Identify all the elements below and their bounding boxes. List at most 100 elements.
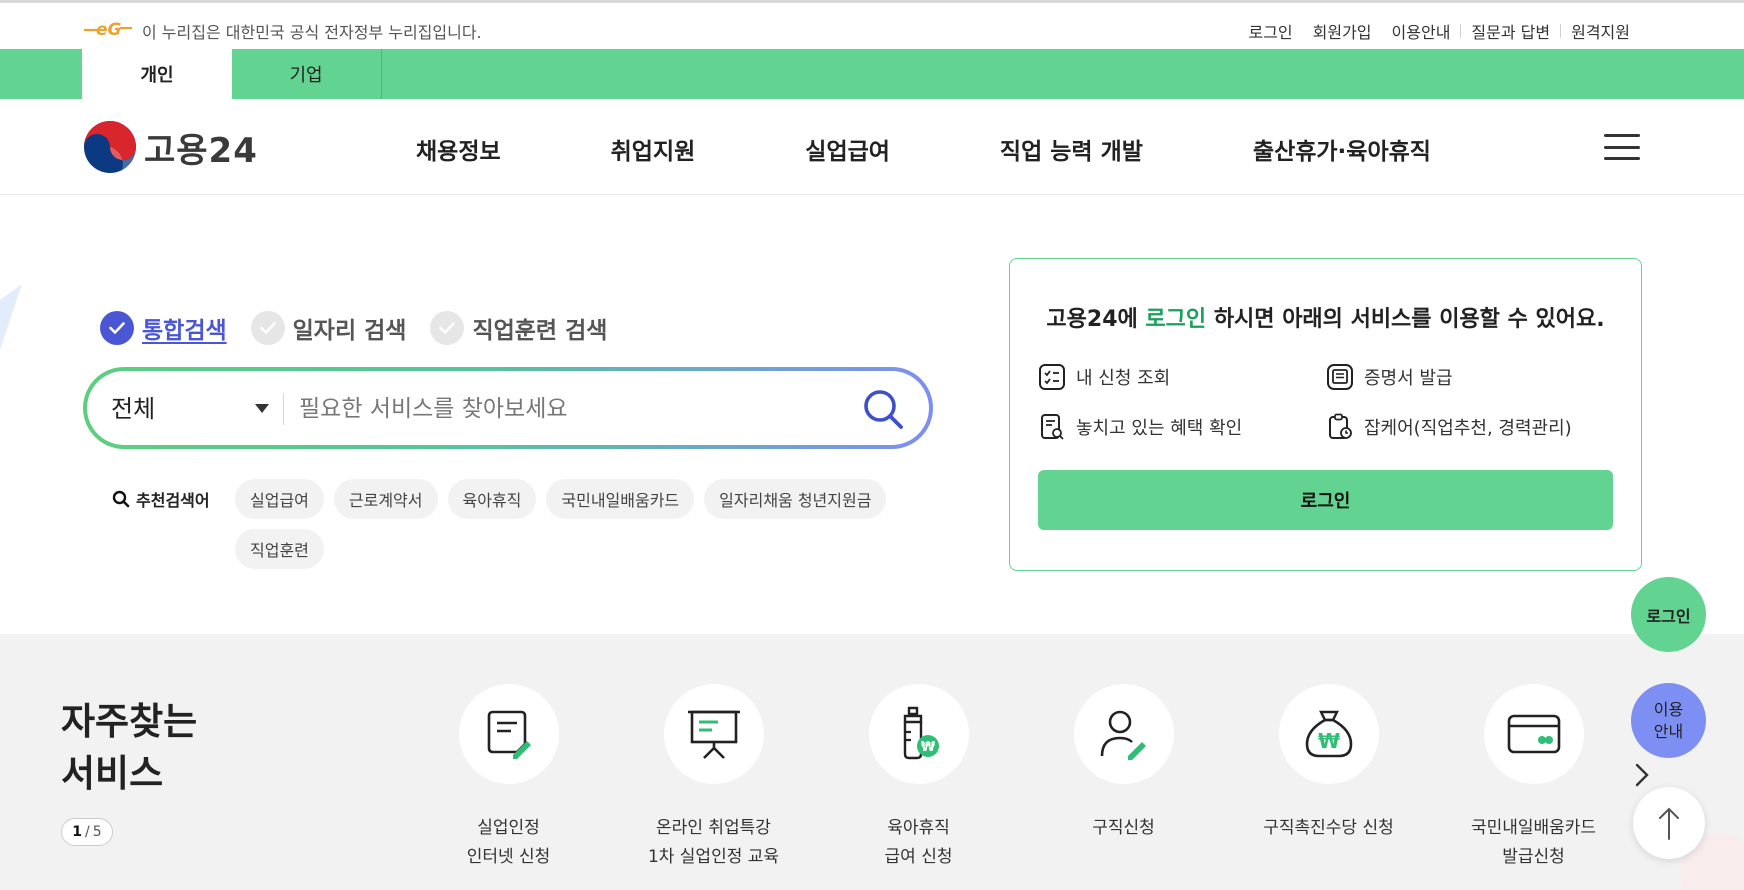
login-benefit-label: 놓치고 있는 혜택 확인: [1076, 418, 1243, 439]
service-label: 육아휴직 급여 신청: [884, 818, 953, 867]
site-header: 고용24 채용정보 취업지원 실업급여 직업 능력 개발 출산휴가·육아휴직: [0, 99, 1744, 195]
login-title-prefix: 고용24에: [1046, 307, 1146, 332]
login-benefit-my-applications: 내 신청 조회: [1038, 363, 1170, 391]
main-nav: 채용정보 취업지원 실업급여 직업 능력 개발 출산휴가·육아휴직: [416, 132, 1541, 166]
util-guide-link[interactable]: 이용안내: [1382, 19, 1461, 43]
keyword-chip[interactable]: 육아휴직: [447, 479, 537, 519]
keyword-chip[interactable]: 일자리채움 청년지원금: [704, 479, 887, 519]
login-benefit-label: 내 신청 조회: [1076, 368, 1171, 389]
nav-item-jobs[interactable]: 채용정보: [416, 132, 501, 166]
hamburger-line: [1604, 157, 1640, 160]
baby-bottle-won-icon: ₩: [903, 706, 939, 760]
section-title-line: 자주찾는: [61, 700, 198, 743]
service-item-job-promotion-allowance[interactable]: ₩ 구직촉진수당 신청: [1226, 684, 1431, 872]
service-item-parental-leave-benefit[interactable]: ₩ 육아휴직 급여 신청: [816, 684, 1021, 872]
login-title-suffix: 하시면 아래의 서비스를 이용할 수 있어요.: [1206, 307, 1605, 332]
section-title-line: 서비스: [61, 752, 164, 795]
scroll-top-button[interactable]: [1633, 787, 1705, 859]
util-remote-link[interactable]: 원격지원: [1561, 19, 1640, 43]
carousel-pager: 1/5: [61, 818, 113, 846]
service-icon-circle: ₩: [1278, 684, 1379, 784]
search-inner: 전체: [87, 371, 929, 445]
nav-item-parental-leave[interactable]: 출산휴가·육아휴직: [1253, 132, 1431, 166]
gov-banner: eG 이 누리집은 대한민국 공식 전자정부 누리집입니다. 로그인 회원가입 …: [0, 0, 1744, 49]
floating-guide-line: 이용: [1653, 699, 1684, 719]
pager-total: 5: [92, 824, 102, 840]
service-item-online-lecture[interactable]: 온라인 취업특강 1차 실업인정 교육: [611, 684, 816, 872]
util-login-link[interactable]: 로그인: [1238, 19, 1302, 43]
page: eG 이 누리집은 대한민국 공식 전자정부 누리집입니다. 로그인 회원가입 …: [0, 0, 1744, 890]
floating-guide-line: 안내: [1653, 721, 1684, 741]
search-icon[interactable]: [861, 387, 905, 431]
keyword-chip[interactable]: 국민내일배움카드: [546, 479, 695, 519]
service-label: 국민내일배움카드 발급신청: [1470, 818, 1597, 867]
search-box: 전체: [83, 367, 933, 449]
utility-links: 로그인 회원가입 이용안내 질문과 답변 원격지원: [1238, 19, 1640, 43]
checklist-icon: [1039, 364, 1065, 390]
login-benefit-jobcare: 잡케어(직업추천, 경력관리): [1326, 413, 1572, 441]
login-button[interactable]: 로그인: [1038, 470, 1613, 530]
service-item-unemployment-recognition[interactable]: 실업인정 인터넷 신청: [406, 684, 611, 872]
taegeuk-emblem-icon: [84, 121, 136, 173]
check-circle-icon: [430, 311, 465, 345]
search-type-jobs[interactable]: 일자리 검색: [250, 311, 406, 345]
audience-tab-bar: 개인 기업: [0, 49, 1744, 99]
floating-login-button[interactable]: 로그인: [1631, 577, 1706, 652]
keyword-chip[interactable]: 실업급여: [235, 479, 324, 519]
login-benefit-label: 잡케어(직업추천, 경력관리): [1364, 418, 1572, 439]
login-benefit-certificate: 증명서 발급: [1326, 363, 1453, 391]
service-label: 실업인정 인터넷 신청: [466, 818, 551, 867]
tab-business[interactable]: 기업: [231, 49, 381, 99]
document-search-icon: [1041, 414, 1064, 440]
service-list: 실업인정 인터넷 신청 온라인 취업특강 1차 실업인정 교육 ₩ 육아휴직 급…: [406, 684, 1636, 872]
money-bag-icon: ₩: [1305, 710, 1352, 758]
login-benefit-label: 증명서 발급: [1364, 368, 1453, 389]
caret-down-icon[interactable]: [255, 404, 269, 413]
svg-text:₩: ₩: [920, 740, 935, 755]
nav-item-employment-support[interactable]: 취업지원: [611, 132, 696, 166]
person-edit-icon: [1100, 710, 1146, 760]
service-label: 구직신청: [1092, 818, 1155, 838]
brand-name: 고용24: [144, 130, 258, 171]
search-type-integrated[interactable]: 통합검색: [100, 311, 227, 345]
service-item-job-seeking[interactable]: 구직신청: [1021, 684, 1226, 872]
check-circle-icon: [250, 311, 285, 345]
service-icon-circle: ₩: [868, 684, 969, 784]
arrow-up-icon: [1659, 807, 1679, 840]
tab-personal[interactable]: 개인: [82, 49, 232, 99]
service-icon-circle: [1483, 684, 1584, 784]
recommended-keywords: 실업급여 근로계약서 육아휴직 국민내일배움카드 일자리채움 청년지원금 직업훈…: [235, 479, 935, 579]
recommended-keywords-label: 추천검색어: [112, 487, 210, 511]
hamburger-line: [1604, 134, 1640, 137]
tab-divider: [381, 49, 382, 99]
search-type-training[interactable]: 직업훈련 검색: [430, 311, 607, 345]
service-icon-circle: [663, 684, 764, 784]
util-qna-link[interactable]: 질문과 답변: [1461, 19, 1560, 43]
util-signup-link[interactable]: 회원가입: [1303, 19, 1382, 43]
svg-text:₩: ₩: [1317, 729, 1339, 753]
gov-notice: 이 누리집은 대한민국 공식 전자정부 누리집입니다.: [142, 23, 482, 42]
service-icon-circle: [458, 684, 559, 784]
floating-guide-button[interactable]: 이용 안내: [1631, 683, 1706, 758]
keyword-chip[interactable]: 직업훈련: [235, 529, 324, 569]
login-panel: 고용24에 로그인 하시면 아래의 서비스를 이용할 수 있어요. 내 신청 조…: [1009, 258, 1642, 571]
login-title-accent: 로그인: [1145, 307, 1207, 332]
brand-logo[interactable]: 고용24: [82, 119, 258, 175]
chevron-right-icon[interactable]: [1633, 762, 1651, 788]
certificate-icon: [1327, 364, 1353, 390]
service-label: 온라인 취업특강 1차 실업인정 교육: [647, 818, 780, 867]
pager-slash: /: [85, 824, 90, 840]
search-scope-select[interactable]: 전체: [111, 389, 271, 424]
pager-current: 1: [72, 824, 83, 840]
nav-item-unemployment-benefit[interactable]: 실업급여: [805, 132, 890, 166]
search-input[interactable]: [299, 385, 859, 433]
nav-item-job-skills[interactable]: 직업 능력 개발: [1000, 132, 1143, 166]
search-icon: [112, 490, 130, 508]
hamburger-menu-icon[interactable]: [1604, 134, 1640, 160]
clipboard-clock-icon: [1329, 413, 1352, 439]
login-benefit-missed-benefits: 놓치고 있는 혜택 확인: [1038, 413, 1242, 441]
service-icon-circle: [1073, 684, 1174, 784]
keyword-chip[interactable]: 근로계약서: [333, 479, 438, 519]
service-item-learning-card[interactable]: 국민내일배움카드 발급신청: [1431, 684, 1636, 872]
floating-guide-text: 이용 안내: [1654, 699, 1683, 743]
